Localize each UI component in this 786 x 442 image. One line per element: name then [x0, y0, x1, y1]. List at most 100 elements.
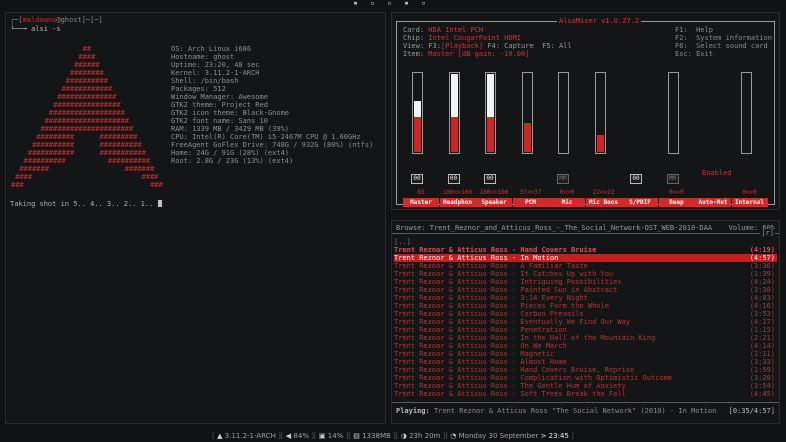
tag-3[interactable]: ▫	[386, 0, 393, 7]
channel-auto-mut[interactable]: Auto-Mut	[695, 72, 731, 207]
track-duration: (4:24)	[749, 278, 775, 286]
track-duration: (2:11)	[749, 350, 775, 358]
alsamixer-window[interactable]: AlsaMixer v1.0.27.2 Card: HDA Intel PCH …	[391, 12, 780, 210]
volume-bar[interactable]	[448, 72, 460, 154]
volume-bar[interactable]	[521, 72, 533, 154]
tag-4[interactable]: ▪	[403, 0, 410, 7]
tag-2[interactable]: ▫	[369, 0, 376, 7]
track-item[interactable]: Trent Reznor & Atticus Ross - Pieces For…	[394, 302, 777, 310]
mute-switch[interactable]: MM	[666, 174, 679, 184]
music-player-window[interactable]: Browse: Trent_Reznor_and_Atticus_Ross_-_…	[391, 220, 780, 424]
track-duration: (3:33)	[749, 358, 775, 366]
volume-bar[interactable]	[594, 72, 606, 154]
channel-mic-boos[interactable]: 22<>22 Mic Boos	[585, 72, 622, 207]
track-item[interactable]: Trent Reznor & Atticus Ross - Magnetic (2…	[394, 350, 777, 358]
channel-name[interactable]: Mic Boos	[585, 198, 622, 207]
track-item[interactable]: Trent Reznor & Atticus Ross - Intriguing…	[394, 278, 777, 286]
enabled-label: Enabled	[702, 169, 732, 177]
track-duration: (3:30)	[749, 286, 775, 294]
track-title: Trent Reznor & Atticus Ross - In the Hal…	[394, 334, 656, 342]
volume-fill	[523, 123, 531, 152]
track-item[interactable]: Trent Reznor & Atticus Ross - On We Marc…	[394, 342, 777, 350]
item-label: Item:	[403, 50, 429, 58]
track-item[interactable]: Trent Reznor & Atticus Ross - Hand Cover…	[394, 246, 777, 254]
arch-ascii-logo: ## #### ###### ######## ########## #####…	[11, 45, 163, 189]
speaker-icon[interactable]: ◀	[286, 432, 291, 440]
channel-name[interactable]: Internal	[731, 198, 768, 207]
track-item[interactable]: Trent Reznor & Atticus Ross - A Familiar…	[394, 262, 777, 270]
track-title: Trent Reznor & Atticus Ross - Complicati…	[394, 374, 673, 382]
track-title: Trent Reznor & Atticus Ross - A Familiar…	[394, 262, 588, 270]
track-list: [..] Trent Reznor & Atticus Ross - Hand …	[394, 238, 777, 398]
track-item[interactable]: Trent Reznor & Atticus Ross - Soft Trees…	[394, 390, 777, 398]
time: 23:45	[548, 432, 569, 440]
view-other[interactable]: F4: Capture F5: All	[483, 42, 571, 50]
channel-name[interactable]: Headphon	[439, 198, 476, 207]
channel-headphon[interactable]: 00 100<>100 Headphon	[439, 72, 476, 207]
volume-bar[interactable]	[558, 72, 569, 154]
volume-fill-high	[450, 74, 458, 117]
track-item[interactable]: Trent Reznor & Atticus Ross - In Motion (…	[394, 254, 777, 262]
channel-name[interactable]: S/PDIF	[622, 198, 658, 207]
channel-name[interactable]: PCM	[512, 198, 549, 207]
terminal-window[interactable]: ┌─[maldowns@ghost]─[~] └──╼ alsi -s ## #…	[5, 12, 386, 424]
track-title: Trent Reznor & Atticus Ross - Almost Hom…	[394, 358, 567, 366]
track-duration: (4:57)	[749, 254, 775, 262]
track-item[interactable]: Trent Reznor & Atticus Ross - Eventually…	[394, 318, 777, 326]
track-item[interactable]: Trent Reznor & Atticus Ross - Painted Su…	[394, 286, 777, 294]
track-item[interactable]: Trent Reznor & Atticus Ross - The Gentle…	[394, 382, 777, 390]
channel-value: 0<>0	[669, 189, 684, 196]
volume-bar[interactable]	[667, 72, 679, 154]
track-item[interactable]: Trent Reznor & Atticus Ross - Complicati…	[394, 374, 777, 382]
track-title: Trent Reznor & Atticus Ross - Hand Cover…	[394, 246, 597, 254]
track-item[interactable]: Trent Reznor & Atticus Ross - It Catches…	[394, 270, 777, 278]
track-title: Trent Reznor & Atticus Ross - Intriguing…	[394, 278, 622, 286]
channel-name[interactable]: Speaker	[476, 198, 512, 207]
track-item[interactable]: Trent Reznor & Atticus Ross - Hand Cover…	[394, 366, 777, 374]
volume-bar[interactable]	[740, 72, 752, 154]
channel-name[interactable]: Mic	[549, 198, 585, 207]
tag-1[interactable]: ▪	[352, 0, 359, 7]
view-label: View:	[403, 42, 429, 50]
track-item[interactable]: Trent Reznor & Atticus Ross - Almost Hom…	[394, 358, 777, 366]
channel-internal[interactable]: 0<>0 Internal	[731, 72, 768, 207]
tag-5[interactable]: ▫	[420, 0, 427, 7]
channel-master[interactable]: 00 65 Master	[403, 72, 439, 207]
playing-title: Trent Reznor & Atticus Ross "The Social …	[433, 407, 717, 415]
mute-switch[interactable]: 00	[630, 174, 642, 184]
mute-switch[interactable]: 00	[447, 174, 460, 184]
channel-beep[interactable]: MM 0<>0 Beep	[658, 72, 695, 207]
track-duration: (1:39)	[749, 270, 775, 278]
mute-switch[interactable]: MM	[557, 174, 569, 184]
channel-name[interactable]: Auto-Mut	[695, 198, 731, 207]
channel-mic[interactable]: MM 0<>0 Mic	[549, 72, 585, 207]
volume-fill	[487, 117, 494, 152]
volume-level: 84%	[293, 432, 309, 440]
channel-name[interactable]: Beep	[658, 198, 695, 207]
track-item[interactable]: Trent Reznor & Atticus Ross - Carbon Pre…	[394, 310, 777, 318]
channel-speaker[interactable]: 00 100<>100 Speaker	[476, 72, 512, 207]
track-item[interactable]: Trent Reznor & Atticus Ross - 3:14 Every…	[394, 294, 777, 302]
track-duration: (4:45)	[749, 390, 775, 398]
mute-switch[interactable]: 00	[484, 174, 496, 184]
track-duration: (3:54)	[749, 382, 775, 390]
channel-pcm[interactable]: 37<>37 PCM	[512, 72, 549, 207]
channel-value: 65	[417, 189, 425, 196]
track-item[interactable]: Trent Reznor & Atticus Ross - In the Hal…	[394, 334, 777, 342]
track-duration: (4:17)	[749, 318, 775, 326]
status-bar: [ ▲ 3.11.2-1-ARCH ][ ◀ 84% ][ ▣ 14% ][ ▤…	[212, 432, 574, 440]
uptime: 23h 20m	[409, 432, 441, 440]
channel-name[interactable]: Master	[403, 198, 439, 207]
volume-bar[interactable]	[485, 72, 496, 154]
track-item[interactable]: Trent Reznor & Atticus Ross - Penetratio…	[394, 326, 777, 334]
mute-switch[interactable]: 00	[411, 174, 423, 184]
volume-fill	[414, 117, 421, 152]
volume-bar[interactable]	[412, 72, 423, 154]
view-playback[interactable]: [Playback]	[441, 42, 483, 50]
command-text: alsi -s	[31, 25, 61, 33]
repeat-mode: [r]	[760, 229, 775, 237]
track-title: Trent Reznor & Atticus Ross - Soft Trees…	[394, 390, 626, 398]
channel-s-pdif[interactable]: 00 S/PDIF	[622, 72, 658, 207]
tag-bar: ▪ ▫ ▫ ▪ ▫	[0, 0, 786, 12]
parent-dir-item[interactable]: [..]	[394, 238, 777, 246]
